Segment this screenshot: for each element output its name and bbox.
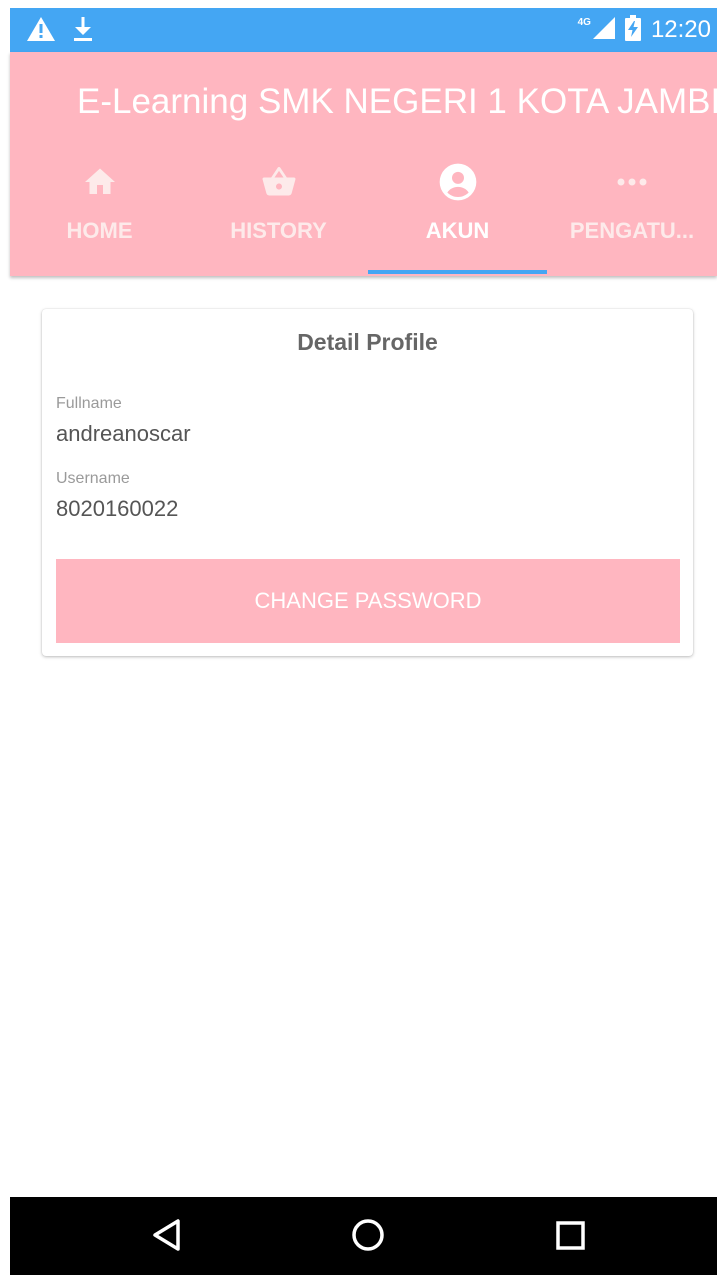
basket-icon <box>259 162 299 202</box>
battery-charging-icon <box>624 14 641 46</box>
app-bar: E-Learning SMK NEGERI 1 KOTA JAMBI HOME … <box>10 52 717 276</box>
status-bar-right: 4G 12:20 <box>578 8 711 52</box>
fullname-label: Fullname <box>56 395 122 412</box>
tab-pengaturan-label: PENGATU... <box>569 218 695 243</box>
tab-akun[interactable]: AKUN <box>368 162 547 274</box>
active-tab-indicator <box>368 270 547 274</box>
download-icon <box>72 16 94 47</box>
signal-icon <box>592 16 615 44</box>
tab-home[interactable]: HOME <box>10 162 189 274</box>
status-bar: 4G 12:20 <box>10 8 717 52</box>
recents-icon[interactable] <box>550 1215 590 1255</box>
app-title: E-Learning SMK NEGERI 1 KOTA JAMBI <box>77 82 717 121</box>
username-value: 8020160022 <box>56 496 179 521</box>
home-icon <box>82 162 118 202</box>
tab-history-label: HISTORY <box>230 218 327 243</box>
navigation-bar <box>10 1197 717 1275</box>
tab-history[interactable]: HISTORY <box>189 162 368 274</box>
tab-akun-label: AKUN <box>425 218 490 243</box>
clock-time: 12:20 <box>650 16 711 43</box>
tab-home-label: HOME <box>66 218 133 243</box>
tab-pengaturan[interactable]: PENGATU... <box>547 162 717 274</box>
network-type-label: 4G <box>577 16 591 28</box>
warning-icon <box>26 16 56 47</box>
more-horizontal-icon <box>616 162 648 202</box>
status-bar-left <box>26 16 94 47</box>
home-circle-icon[interactable] <box>348 1215 388 1255</box>
change-password-button[interactable]: CHANGE PASSWORD <box>56 559 680 643</box>
back-icon[interactable] <box>148 1215 188 1255</box>
profile-card: Detail Profile Fullname andreanoscar Use… <box>42 309 693 656</box>
profile-card-title: Detail Profile <box>297 329 438 355</box>
account-circle-icon <box>438 162 478 202</box>
fullname-value: andreanoscar <box>56 421 191 446</box>
username-label: Username <box>56 470 130 487</box>
